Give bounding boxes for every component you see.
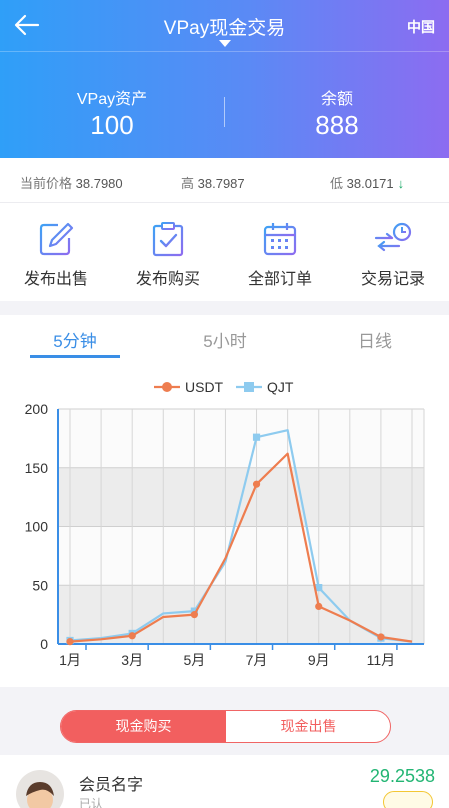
series-point-usdt (66, 638, 74, 646)
current-price: 当前价格 38.7980 (20, 173, 123, 192)
grid-band (58, 409, 424, 468)
price-line-chart: 0 50 100 150 200 1月 3月 5月 7月 9月 11月 USDT QJT (25, 379, 425, 668)
cash-buy-button[interactable]: 现金购买 (61, 711, 226, 742)
all-orders-button[interactable]: 全部订单 (224, 221, 336, 289)
balance-value: 888 (315, 110, 359, 140)
trade-toggle-bar: 现金购买 现金出售 (0, 695, 449, 755)
legend-label: USDT (185, 379, 224, 395)
tab-daily[interactable]: 日线 (300, 327, 449, 352)
calendar-icon (263, 223, 297, 256)
current-price-label: 当前价格 (20, 176, 73, 191)
avatar (16, 770, 64, 808)
x-tick-label: 9月 (308, 652, 330, 668)
legend-marker (244, 382, 254, 392)
member-name: 会员名字 (79, 777, 144, 794)
action-grid: 发布出售 发布购买 全部订单 交易记录 (0, 203, 449, 301)
series-point-usdt (315, 602, 323, 610)
period-tabs: 5分钟 5小时 日线 (0, 315, 449, 359)
series-point-usdt (128, 632, 136, 640)
series-point-usdt (377, 633, 385, 641)
x-tick-label: 11月 (367, 652, 396, 668)
x-tick-label: 5月 (183, 652, 205, 668)
current-price-value: 38.7980 (75, 176, 123, 191)
chart-card: 5分钟 5小时 日线 0 50 100 150 200 1月 3月 5月 7月 9月 11月 USDT… (0, 315, 449, 687)
balance: 余额 888 (225, 85, 449, 141)
clipboard-check-icon (152, 222, 184, 257)
price-strip: 当前价格 38.7980 高 38.7987 低 38.0171 ↓ (0, 158, 449, 203)
x-tick-label: 3月 (121, 652, 143, 668)
balance-label: 余额 (320, 91, 353, 108)
legend-marker (162, 382, 172, 392)
y-tick-label: 150 (25, 460, 49, 476)
region-selector[interactable]: 中国 (407, 17, 435, 37)
legend-label: QJT (267, 379, 294, 395)
member-price: 29.2538 (369, 766, 435, 786)
sell-publish-button[interactable]: 发布出售 (0, 221, 112, 289)
member-status: 已认 (79, 797, 104, 808)
y-tick-label: 200 (25, 401, 49, 417)
action-label: 发布购买 (135, 271, 200, 288)
member-list-item[interactable]: 会员名字 已认 29.2538 (0, 755, 449, 808)
tab-5min[interactable]: 5分钟 (0, 327, 150, 352)
action-label: 交易记录 (360, 271, 425, 288)
x-tick-label: 7月 (246, 652, 268, 668)
series-point-usdt (252, 480, 261, 488)
down-arrow-icon: ↓ (397, 176, 405, 191)
nav-bar: VPay现金交易 中国 (0, 0, 449, 52)
y-tick-label: 50 (32, 577, 48, 593)
action-label: 全部订单 (247, 271, 312, 288)
tab-5hour[interactable]: 5小时 (150, 327, 300, 352)
y-tick-label: 100 (25, 519, 49, 535)
page-title[interactable]: VPay现金交易 (0, 13, 449, 40)
high-price-value: 38.7987 (197, 176, 245, 191)
high-price-label: 高 (181, 176, 195, 191)
trade-segmented-control: 现金购买 现金出售 (60, 710, 391, 743)
action-label: 发布出售 (23, 271, 88, 288)
trade-records-button[interactable]: 交易记录 (337, 221, 449, 289)
active-tab-indicator (30, 355, 120, 358)
vpay-asset: VPay资产 100 (0, 85, 224, 141)
high-price: 高 38.7987 (181, 173, 245, 192)
cash-sell-button[interactable]: 现金出售 (226, 711, 390, 742)
series-point-qjt (252, 433, 261, 441)
x-tick-label: 1月 (59, 652, 81, 668)
edit-icon (39, 222, 74, 256)
grid-band (58, 585, 424, 644)
vpay-asset-label: VPay资产 (76, 91, 148, 108)
series-point-usdt (190, 611, 198, 619)
low-price-label: 低 (330, 176, 344, 191)
exchange-clock-icon (374, 222, 412, 252)
user-avatar-icon (26, 782, 54, 808)
chevron-down-icon[interactable] (219, 40, 231, 47)
y-tick-label: 0 (40, 636, 48, 652)
grid-band (58, 526, 424, 586)
vpay-asset-value: 100 (90, 110, 134, 140)
header-banner: VPay现金交易 中国 VPay资产 100 余额 888 (0, 0, 449, 158)
low-price-value: 38.0171 (346, 176, 394, 191)
low-price: 低 38.0171 ↓ (330, 173, 404, 192)
buy-publish-button[interactable]: 发布购买 (112, 221, 224, 289)
member-badge (383, 791, 433, 808)
